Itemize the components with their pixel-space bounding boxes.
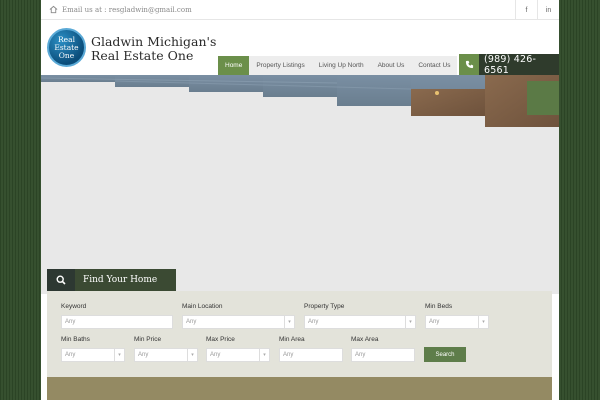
- linkedin-icon[interactable]: in: [537, 0, 559, 20]
- main-location-label: Main Location: [182, 303, 223, 310]
- min-baths-field: Min Baths Any ▾: [61, 336, 125, 362]
- min-area-label: Min Area: [279, 336, 305, 343]
- min-area-field: Min Area Any: [279, 336, 343, 362]
- slider-image-strip: [41, 75, 559, 127]
- max-price-field: Max Price Any ▾: [206, 336, 270, 362]
- keyword-label: Keyword: [61, 303, 87, 310]
- main-location-select[interactable]: Any ▾: [182, 315, 295, 329]
- hero-slider: [41, 75, 559, 294]
- nav-about-us[interactable]: About Us: [371, 56, 412, 75]
- min-beds-value: Any: [429, 319, 440, 325]
- main-nav: Home Property Listings Living Up North A…: [218, 56, 458, 75]
- max-price-label: Max Price: [206, 336, 235, 343]
- max-area-field: Max Area Any: [351, 336, 415, 362]
- chevron-down-icon: ▾: [259, 349, 269, 361]
- page: Email us at : resgladwin@gmail.com f in …: [41, 0, 559, 400]
- keyword-field: Keyword Any: [61, 303, 173, 329]
- min-price-field: Min Price Any ▾: [134, 336, 198, 362]
- home-icon: [49, 5, 58, 16]
- property-type-select[interactable]: Any ▾: [304, 315, 416, 329]
- min-baths-label: Min Baths: [61, 336, 90, 343]
- chevron-down-icon: ▾: [284, 316, 294, 328]
- max-area-label: Max Area: [351, 336, 379, 343]
- max-area-input[interactable]: Any: [351, 348, 415, 362]
- email-text: Email us at : resgladwin@gmail.com: [62, 6, 192, 14]
- nav-property-listings[interactable]: Property Listings: [249, 56, 311, 75]
- min-beds-label: Min Beds: [425, 303, 453, 310]
- property-type-label: Property Type: [304, 303, 345, 310]
- find-home-tab: Find Your Home: [47, 269, 176, 291]
- logo[interactable]: Real Estate One: [47, 28, 86, 67]
- keyword-input[interactable]: Any: [61, 315, 173, 329]
- phone-icon: [459, 54, 479, 75]
- find-home-heading: Find Your Home: [75, 269, 176, 291]
- chevron-down-icon: ▾: [405, 316, 415, 328]
- min-baths-select[interactable]: Any ▾: [61, 348, 125, 362]
- phone-box[interactable]: (989) 426-6561: [459, 53, 559, 76]
- nav-living-up-north[interactable]: Living Up North: [312, 56, 371, 75]
- min-price-value: Any: [138, 352, 149, 358]
- main-location-value: Any: [186, 319, 197, 325]
- site-title-line-1: Gladwin Michigan's: [91, 34, 217, 49]
- max-price-value: Any: [210, 352, 221, 358]
- search-icon: [47, 269, 75, 291]
- min-area-input[interactable]: Any: [279, 348, 343, 362]
- chevron-down-icon: ▾: [187, 349, 197, 361]
- facebook-icon[interactable]: f: [515, 0, 537, 20]
- max-price-select[interactable]: Any ▾: [206, 348, 270, 362]
- email-contact[interactable]: Email us at : resgladwin@gmail.com: [49, 4, 192, 16]
- min-baths-value: Any: [65, 352, 76, 358]
- min-price-label: Min Price: [134, 336, 162, 343]
- min-beds-select[interactable]: Any ▾: [425, 315, 489, 329]
- top-bar: Email us at : resgladwin@gmail.com f in: [41, 0, 559, 20]
- search-button[interactable]: Search: [424, 347, 466, 362]
- min-beds-field: Min Beds Any ▾: [425, 303, 489, 329]
- logo-line-3: One: [58, 50, 75, 60]
- nav-home[interactable]: Home: [218, 56, 250, 75]
- main-location-field: Main Location Any ▾: [182, 303, 295, 329]
- social-links: f in: [515, 0, 559, 20]
- property-search-form: Keyword Any Main Location Any ▾ Property …: [47, 291, 552, 377]
- phone-number: (989) 426-6561: [484, 53, 537, 76]
- property-type-field: Property Type Any ▾: [304, 303, 416, 329]
- footer-band: [47, 377, 552, 400]
- chevron-down-icon: ▾: [114, 349, 124, 361]
- nav-contact-us[interactable]: Contact Us: [411, 56, 457, 75]
- property-type-value: Any: [308, 319, 319, 325]
- min-price-select[interactable]: Any ▾: [134, 348, 198, 362]
- chevron-down-icon: ▾: [478, 316, 488, 328]
